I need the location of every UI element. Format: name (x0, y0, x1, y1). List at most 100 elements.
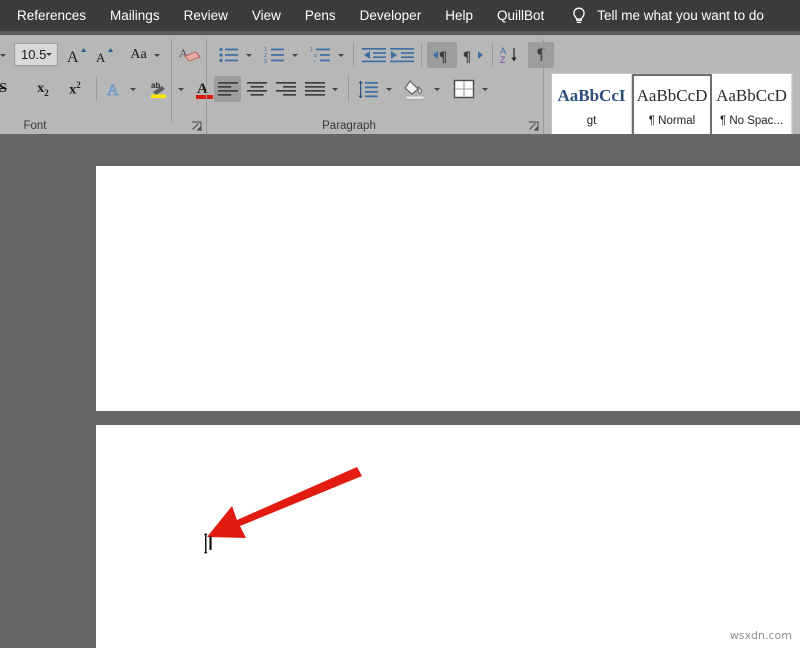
decrease-indent-button[interactable] (360, 43, 388, 67)
chevron-down-icon (332, 88, 338, 91)
chevron-down-icon (246, 54, 252, 57)
text-effects-button[interactable]: A (102, 77, 126, 101)
borders-button[interactable] (450, 76, 478, 102)
sort-button[interactable]: A Z (497, 42, 523, 68)
change-case-button[interactable]: Aa (123, 43, 167, 67)
tab-references[interactable]: References (5, 0, 98, 31)
style-item-no-spacing[interactable]: AaBbCcD ¶ No Spac... (712, 74, 792, 140)
change-case-glyph: Aa (130, 47, 146, 63)
style-name-normal: ¶ Normal (649, 115, 695, 127)
ribbon-tab-bar: References Mailings Review View Pens Dev… (0, 0, 800, 31)
paragraph-separator-1 (353, 43, 354, 67)
align-left-button[interactable] (214, 76, 241, 102)
svg-text:3: 3 (264, 59, 267, 64)
chevron-down-icon (338, 54, 344, 57)
shrink-font-button[interactable]: A (92, 43, 117, 67)
font-group-label: Font (0, 120, 70, 132)
chevron-down-icon (482, 88, 488, 91)
shading-button[interactable] (402, 76, 430, 102)
chevron-down-icon (434, 88, 440, 91)
chevron-down-icon (178, 88, 184, 91)
chevron-down-icon (0, 54, 6, 57)
svg-text:A: A (96, 50, 106, 65)
svg-text:¶: ¶ (439, 49, 447, 64)
tell-me-label: Tell me what you want to do (597, 8, 764, 23)
chevron-down-icon (130, 88, 136, 91)
tell-me-search[interactable]: Tell me what you want to do (570, 6, 764, 26)
style-preview-normal: AaBbCcD (637, 87, 708, 106)
text-highlight-caret[interactable] (174, 77, 188, 101)
bullets-button[interactable] (216, 43, 242, 67)
style-name-no-spacing: ¶ No Spac... (720, 115, 783, 127)
align-right-button[interactable] (272, 76, 299, 102)
shading-caret[interactable] (430, 76, 444, 102)
subscript-button[interactable]: x2 (30, 77, 56, 101)
superscript-button[interactable]: x2 (62, 77, 88, 101)
tab-quillbot[interactable]: QuillBot (485, 0, 556, 31)
show-formatting-marks-button[interactable]: ¶ (528, 42, 554, 68)
style-name-gt: gt (587, 115, 597, 127)
numbering-caret[interactable] (288, 43, 302, 67)
site-watermark: wsxdn.com (730, 629, 792, 642)
clear-formatting-button[interactable]: A (178, 43, 204, 67)
line-spacing-caret[interactable] (382, 76, 396, 102)
tab-view[interactable]: View (240, 0, 293, 31)
document-page-1[interactable] (96, 166, 800, 411)
font-size-input[interactable]: 10.5 (14, 43, 58, 66)
grow-font-button[interactable]: A (64, 43, 89, 67)
bullets-caret[interactable] (242, 43, 256, 67)
tab-mailings[interactable]: Mailings (98, 0, 172, 31)
svg-text:1: 1 (310, 47, 313, 53)
text-effects-caret[interactable] (126, 77, 140, 101)
styles-gallery: AaBbCcI gt AaBbCcD ¶ Normal AaBbCcD ¶ No… (551, 73, 793, 141)
superscript-glyph: x2 (69, 80, 81, 99)
svg-text:Z: Z (500, 55, 506, 65)
text-highlight-color-button[interactable]: ab (147, 77, 173, 103)
subscript-glyph: x2 (37, 81, 49, 98)
svg-text:A: A (67, 49, 79, 65)
paragraph-separator-3 (492, 43, 493, 67)
multilevel-list-caret[interactable] (334, 43, 348, 67)
tab-help[interactable]: Help (433, 0, 485, 31)
style-item-normal[interactable]: AaBbCcD ¶ Normal (632, 74, 712, 140)
tab-pens[interactable]: Pens (293, 0, 348, 31)
chevron-down-icon (154, 54, 160, 57)
paragraph-dialog-launcher-icon[interactable] (528, 119, 539, 130)
paragraph-separator-2 (421, 43, 422, 67)
svg-text:¶: ¶ (463, 49, 471, 64)
strikethrough-glyph: S (0, 81, 7, 97)
document-canvas[interactable] (0, 134, 800, 648)
chevron-down-icon (386, 88, 392, 91)
chevron-down-icon (292, 54, 298, 57)
text-insertion-cursor (203, 533, 214, 554)
font-size-value: 10.5 (15, 47, 46, 62)
increase-indent-button[interactable] (388, 43, 416, 67)
paragraph-group-label: Paragraph (294, 120, 404, 132)
style-preview-no-spacing: AaBbCcD (716, 87, 787, 106)
svg-text:A: A (107, 82, 119, 99)
svg-text:i: i (314, 59, 315, 64)
tab-developer[interactable]: Developer (348, 0, 434, 31)
numbering-button[interactable]: 1 2 3 (262, 43, 288, 67)
ribbon: 10.5 A A Aa A S (0, 35, 800, 134)
font-name-dropdown-caret[interactable] (0, 44, 10, 66)
font-dialog-launcher-icon[interactable] (191, 119, 202, 130)
style-item-gt[interactable]: AaBbCcI gt (552, 74, 632, 140)
align-center-button[interactable] (243, 76, 270, 102)
document-page-2[interactable] (96, 425, 800, 648)
tab-review[interactable]: Review (172, 0, 240, 31)
alignment-caret[interactable] (328, 76, 342, 102)
chevron-down-icon (46, 53, 52, 56)
borders-caret[interactable] (478, 76, 492, 102)
lightbulb-icon (570, 6, 588, 26)
left-to-right-text-direction-button[interactable]: ¶ (427, 42, 457, 68)
justify-button[interactable] (301, 76, 328, 102)
right-to-left-text-direction-button[interactable]: ¶ (459, 42, 489, 68)
pilcrow-icon: ¶ (537, 46, 546, 64)
line-and-paragraph-spacing-button[interactable] (354, 76, 381, 102)
multilevel-list-button[interactable]: 1 a i (308, 43, 334, 67)
word-application-window: References Mailings Review View Pens Dev… (0, 0, 800, 648)
paragraph-separator-4 (348, 76, 349, 102)
strikethrough-button[interactable]: S (0, 77, 14, 101)
font-separator-2 (96, 77, 97, 101)
